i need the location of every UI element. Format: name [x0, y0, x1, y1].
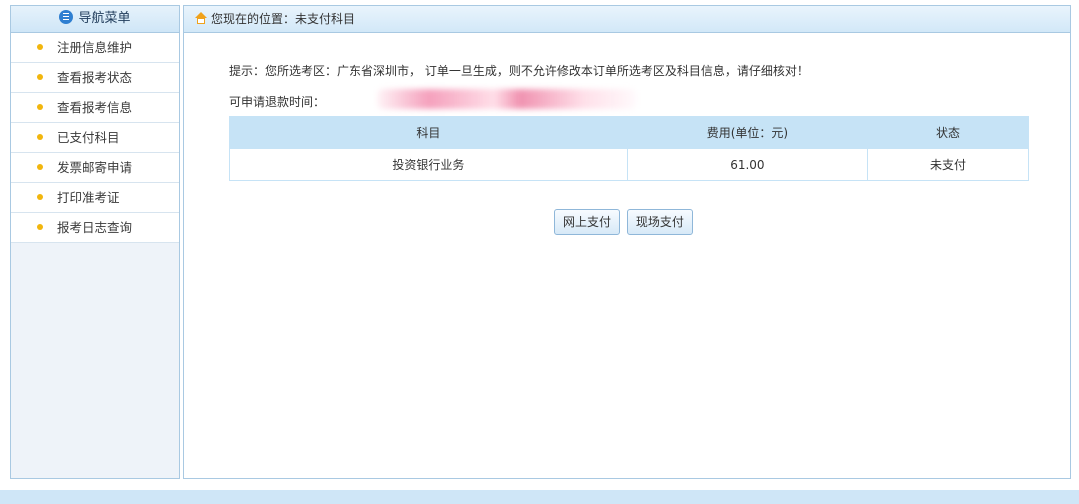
table-row: 投资银行业务 61.00 未支付: [229, 148, 1030, 181]
refund-time-label: 可申请退款时间：: [229, 95, 326, 109]
onsite-pay-button[interactable]: 现场支付: [626, 209, 693, 235]
bullet-icon: [37, 224, 43, 230]
sidebar-item-exam-info[interactable]: 查看报考信息: [11, 93, 179, 123]
bullet-icon: [37, 134, 43, 140]
breadcrumb-text: 您现在的位置：未支付科目: [211, 12, 356, 26]
column-header-status: 状态: [866, 116, 1030, 149]
breadcrumb: 您现在的位置：未支付科目: [184, 6, 1070, 33]
online-pay-button[interactable]: 网上支付: [554, 209, 621, 235]
notice-text: 提示：您所选考区：广东省深圳市， 订单一旦生成，则不允许修改本订单所选考区及科目…: [229, 64, 809, 78]
refund-time-row: 可申请退款时间：: [229, 89, 637, 110]
cell-subject: 投资银行业务: [229, 148, 628, 181]
sidebar-item-label: 注册信息维护: [57, 40, 133, 55]
sidebar-title: 导航菜单: [78, 11, 131, 26]
sidebar-item-label: 报考日志查询: [57, 220, 133, 235]
bullet-icon: [37, 164, 43, 170]
home-icon: [194, 12, 208, 24]
sidebar-item-exam-log[interactable]: 报考日志查询: [11, 213, 179, 243]
sidebar-item-paid-subjects[interactable]: 已支付科目: [11, 123, 179, 153]
sidebar-item-label: 打印准考证: [57, 190, 120, 205]
cell-fee: 61.00: [626, 148, 868, 181]
navigation-sidebar: 导航菜单 注册信息维护 查看报考状态 查看报考信息 已支付科目 发票邮寄申请 打…: [10, 5, 180, 479]
sidebar-item-label: 查看报考信息: [57, 100, 133, 115]
column-header-subject: 科目: [229, 116, 628, 149]
bullet-icon: [37, 104, 43, 110]
payment-actions: 网上支付 现场支付: [554, 209, 696, 235]
sidebar-item-invoice-mail[interactable]: 发票邮寄申请: [11, 153, 179, 183]
sidebar-item-registration-info[interactable]: 注册信息维护: [11, 33, 179, 63]
table-header-row: 科目 费用(单位：元) 状态: [229, 116, 1030, 149]
column-header-fee: 费用(单位：元): [626, 116, 868, 149]
sidebar-item-print-admission[interactable]: 打印准考证: [11, 183, 179, 213]
bullet-icon: [37, 44, 43, 50]
footer-bar: [0, 490, 1079, 504]
bullet-icon: [37, 194, 43, 200]
cell-status: 未支付: [866, 148, 1030, 181]
sidebar-item-exam-status[interactable]: 查看报考状态: [11, 63, 179, 93]
bullet-icon: [37, 74, 43, 80]
sidebar-item-label: 发票邮寄申请: [57, 160, 133, 175]
sidebar-header: 导航菜单: [11, 6, 179, 33]
redacted-value: [377, 89, 637, 109]
main-panel: 您现在的位置：未支付科目 提示：您所选考区：广东省深圳市， 订单一旦生成，则不允…: [183, 5, 1071, 479]
menu-icon: [59, 10, 74, 24]
sidebar-item-label: 已支付科目: [57, 130, 120, 145]
subjects-table: 科目 费用(单位：元) 状态 投资银行业务 61.00 未支付: [229, 116, 1030, 181]
sidebar-item-label: 查看报考状态: [57, 70, 133, 85]
